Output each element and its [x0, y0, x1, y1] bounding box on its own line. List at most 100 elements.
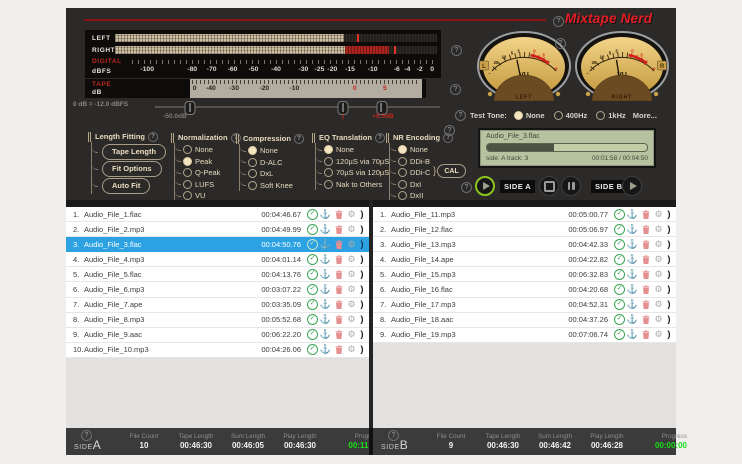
- delete-icon[interactable]: [639, 210, 652, 219]
- radio-option[interactable]: Peak: [175, 156, 241, 168]
- gear-icon[interactable]: ⚙: [345, 269, 358, 280]
- radio-icon[interactable]: [324, 168, 333, 177]
- delete-icon[interactable]: [332, 300, 345, 309]
- list-item[interactable]: 2. Audio_File_2.mp3 00:04:49.99 ✓ ⚓ ⚙ ): [66, 222, 369, 237]
- delete-icon[interactable]: [332, 240, 345, 249]
- gear-icon[interactable]: ⚙: [345, 344, 358, 355]
- list-item[interactable]: 3. Audio_File_3.flac 00:04:50.76 ✓ ⚓ ⚙ ): [66, 237, 369, 252]
- radio-option[interactable]: None: [390, 144, 453, 156]
- delete-icon[interactable]: [332, 345, 345, 354]
- delete-icon[interactable]: [639, 225, 652, 234]
- list-item[interactable]: 6. Audio_File_6.mp3 00:03:07.22 ✓ ⚓ ⚙ ): [66, 282, 369, 297]
- help-icon[interactable]: ?: [294, 134, 304, 144]
- list-item[interactable]: 7. Audio_File_7.ape 00:03:35.09 ✓ ⚓ ⚙ ): [66, 298, 369, 313]
- radio-icon[interactable]: [248, 158, 257, 167]
- help-icon[interactable]: ?: [555, 38, 566, 49]
- radio-icon[interactable]: [183, 191, 192, 200]
- radio-option[interactable]: None: [175, 144, 241, 156]
- delete-icon[interactable]: [332, 270, 345, 279]
- gain-slider-track[interactable]: [155, 106, 440, 108]
- anchor-icon[interactable]: ⚓: [319, 269, 332, 280]
- list-item[interactable]: 4. Audio_File_14.ape 00:04:22.82 ✓ ⚓ ⚙ ): [373, 252, 676, 267]
- radio-icon[interactable]: [398, 145, 407, 154]
- list-item[interactable]: 1. Audio_File_11.mp3 00:05:00.77 ✓ ⚓ ⚙ ): [373, 207, 676, 222]
- radio-icon[interactable]: [324, 157, 333, 166]
- anchor-icon[interactable]: ⚓: [626, 209, 639, 220]
- expand-chevron-icon[interactable]: ): [358, 239, 366, 250]
- expand-chevron-icon[interactable]: ): [358, 344, 366, 355]
- delete-icon[interactable]: [332, 225, 345, 234]
- list-item[interactable]: 3. Audio_File_13.mp3 00:04:42.33 ✓ ⚓ ⚙ ): [373, 237, 676, 252]
- anchor-icon[interactable]: ⚓: [319, 329, 332, 340]
- expand-chevron-icon[interactable]: ): [358, 254, 366, 265]
- anchor-icon[interactable]: ⚓: [626, 239, 639, 250]
- delete-icon[interactable]: [332, 285, 345, 294]
- gear-icon[interactable]: ⚙: [345, 209, 358, 220]
- help-icon[interactable]: ?: [450, 84, 461, 95]
- expand-chevron-icon[interactable]: ): [665, 284, 673, 295]
- radio-option[interactable]: LUFS: [175, 179, 241, 191]
- delete-icon[interactable]: [332, 315, 345, 324]
- delete-icon[interactable]: [639, 255, 652, 264]
- radio-option[interactable]: None: [316, 144, 389, 156]
- list-item[interactable]: 5. Audio_File_5.flac 00:04:13.76 ✓ ⚓ ⚙ ): [66, 267, 369, 282]
- help-icon[interactable]: ?: [81, 430, 92, 441]
- gear-icon[interactable]: ⚙: [652, 269, 665, 280]
- radio-option[interactable]: Q-Peak: [175, 167, 241, 179]
- anchor-icon[interactable]: ⚓: [626, 284, 639, 295]
- expand-chevron-icon[interactable]: ): [665, 224, 673, 235]
- anchor-icon[interactable]: ⚓: [626, 329, 639, 340]
- list-item[interactable]: 7. Audio_File_17.mp3 00:04:52.31 ✓ ⚓ ⚙ ): [373, 298, 676, 313]
- gear-icon[interactable]: ⚙: [345, 299, 358, 310]
- auto-fit-button[interactable]: Auto Fit: [102, 178, 150, 194]
- gear-icon[interactable]: ⚙: [652, 209, 665, 220]
- gear-icon[interactable]: ⚙: [345, 329, 358, 340]
- delete-icon[interactable]: [639, 285, 652, 294]
- gear-icon[interactable]: ⚙: [345, 224, 358, 235]
- anchor-icon[interactable]: ⚓: [626, 314, 639, 325]
- list-item[interactable]: 6. Audio_File_16.flac 00:04:20.68 ✓ ⚓ ⚙ …: [373, 282, 676, 297]
- gear-icon[interactable]: ⚙: [345, 314, 358, 325]
- list-item[interactable]: 4. Audio_File_4.mp3 00:04:01.14 ✓ ⚓ ⚙ ): [66, 252, 369, 267]
- anchor-icon[interactable]: ⚓: [626, 254, 639, 265]
- help-icon[interactable]: ?: [461, 182, 472, 193]
- expand-chevron-icon[interactable]: ): [665, 269, 673, 280]
- list-item[interactable]: 9. Audio_File_9.aac 00:06:22.20 ✓ ⚓ ⚙ ): [66, 328, 369, 343]
- play-side-a-button[interactable]: [475, 176, 495, 196]
- radio-icon[interactable]: [324, 145, 333, 154]
- radio-option[interactable]: D-ALC: [240, 157, 304, 169]
- expand-chevron-icon[interactable]: ): [358, 329, 366, 340]
- gear-icon[interactable]: ⚙: [345, 239, 358, 250]
- radio-icon[interactable]: [183, 180, 192, 189]
- expand-chevron-icon[interactable]: ): [358, 314, 366, 325]
- delete-icon[interactable]: [639, 315, 652, 324]
- delete-icon[interactable]: [332, 330, 345, 339]
- anchor-icon[interactable]: ⚓: [319, 254, 332, 265]
- delete-icon[interactable]: [639, 330, 652, 339]
- gear-icon[interactable]: ⚙: [652, 254, 665, 265]
- test-tone-more-link[interactable]: More...: [633, 111, 657, 120]
- expand-chevron-icon[interactable]: ): [358, 284, 366, 295]
- list-item[interactable]: 10. Audio_File_10.mp3 00:04:26.06 ✓ ⚓ ⚙ …: [66, 343, 369, 358]
- list-item[interactable]: 8. Audio_File_8.mp3 00:05:52.68 ✓ ⚓ ⚙ ): [66, 313, 369, 328]
- delete-icon[interactable]: [639, 300, 652, 309]
- radio-icon[interactable]: [183, 168, 192, 177]
- expand-chevron-icon[interactable]: ): [665, 314, 673, 325]
- anchor-icon[interactable]: ⚓: [626, 269, 639, 280]
- radio-option[interactable]: 120µS via 70µS: [316, 156, 389, 168]
- anchor-icon[interactable]: ⚓: [626, 224, 639, 235]
- radio-icon[interactable]: [596, 111, 605, 120]
- radio-icon[interactable]: [248, 146, 257, 155]
- gear-icon[interactable]: ⚙: [652, 314, 665, 325]
- radio-icon[interactable]: [398, 157, 407, 166]
- help-icon[interactable]: ?: [148, 132, 158, 142]
- radio-icon[interactable]: [248, 169, 257, 178]
- pause-button[interactable]: [561, 176, 581, 196]
- radio-icon[interactable]: [398, 191, 407, 200]
- radio-icon[interactable]: [554, 111, 563, 120]
- stop-button[interactable]: [539, 176, 559, 196]
- radio-option[interactable]: Nak to Others: [316, 179, 389, 191]
- help-icon[interactable]: ?: [444, 125, 455, 136]
- anchor-icon[interactable]: ⚓: [319, 299, 332, 310]
- anchor-icon[interactable]: ⚓: [319, 224, 332, 235]
